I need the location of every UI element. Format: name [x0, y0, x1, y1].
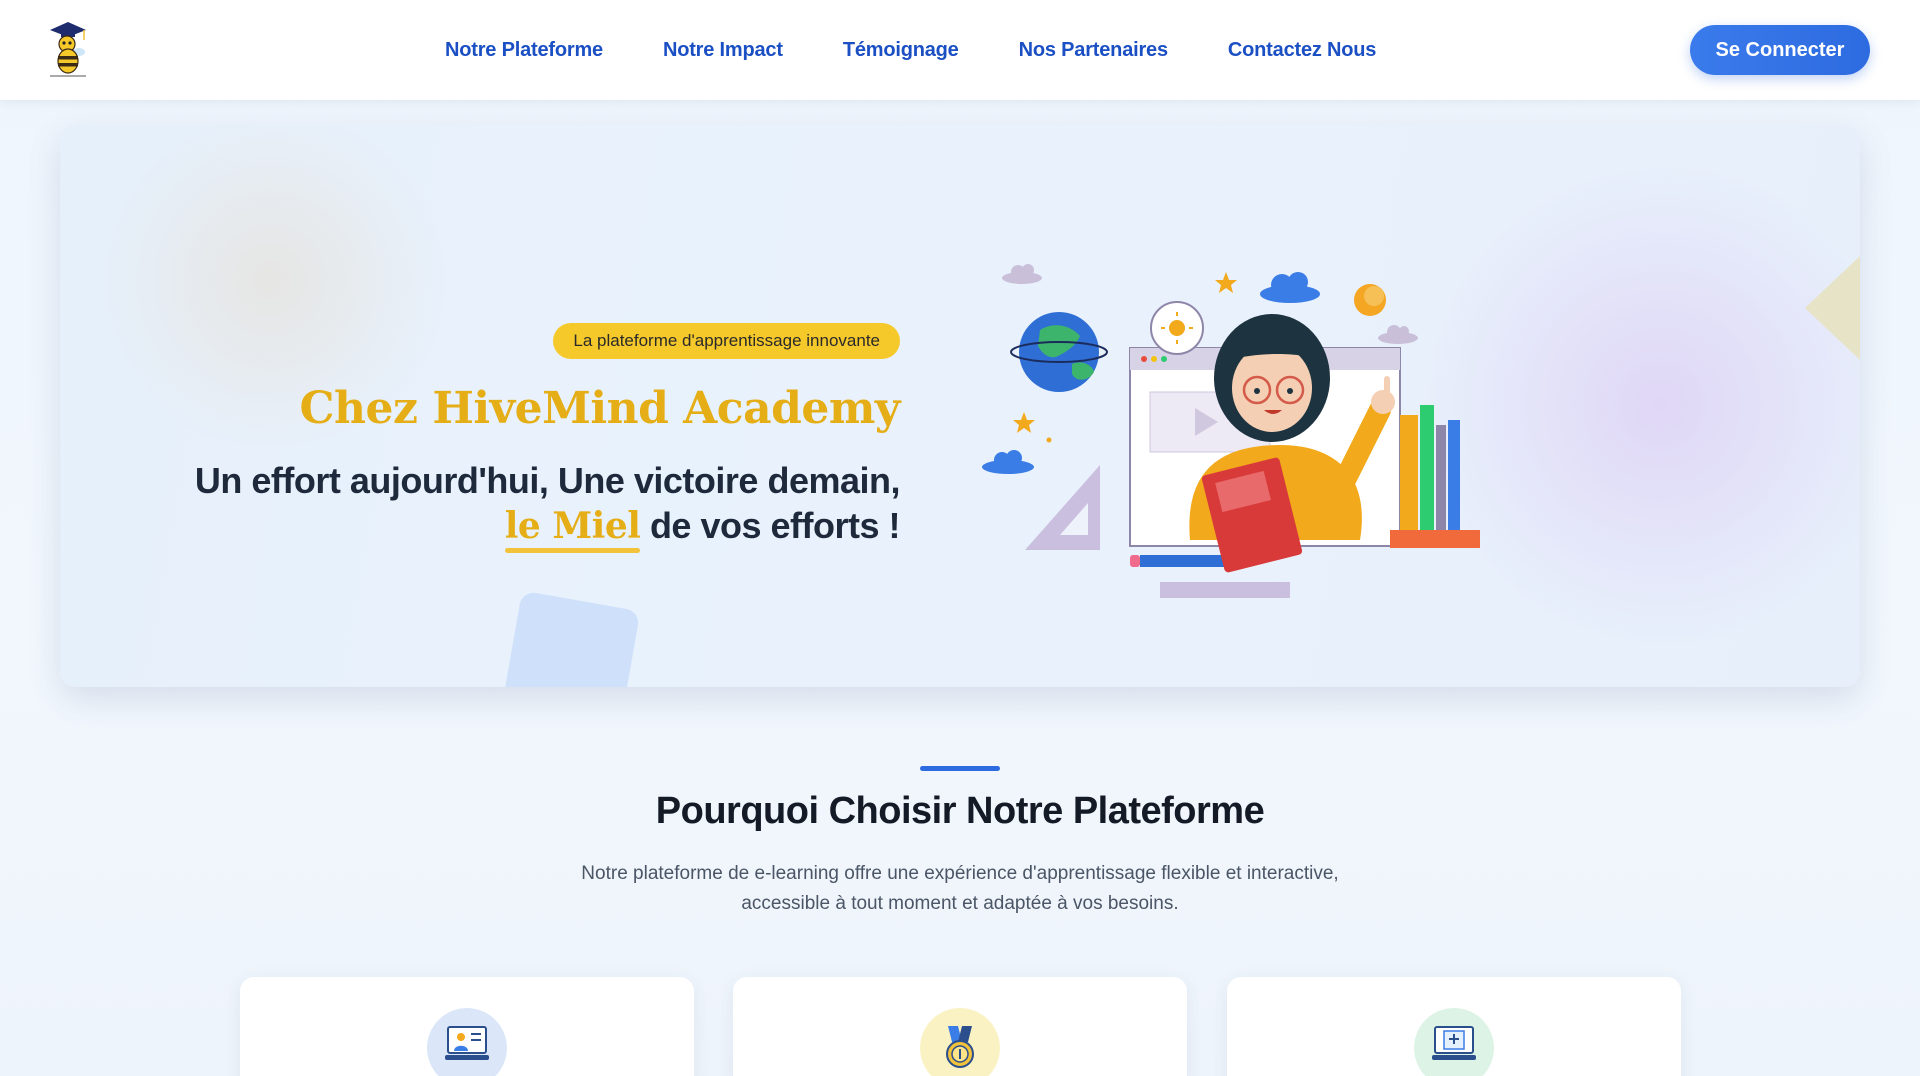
tagline-end: de vos efforts ! [640, 505, 901, 546]
hivemind-logo[interactable] [46, 18, 90, 82]
hero-tagline: Un effort aujourd'hui, Une victoire dema… [80, 458, 901, 553]
star-icon [1215, 272, 1237, 293]
description-line-1: Notre plateforme de e-learning offre une… [581, 863, 1339, 884]
nav-link-notre-impact[interactable]: Notre Impact [663, 39, 783, 62]
online-certificate-icon [1414, 1008, 1494, 1076]
tagline-highlight: le Miel [504, 505, 641, 553]
tagline-line-1: Un effort aujourd'hui, Une victoire dema… [194, 460, 901, 501]
cloud-icon [1260, 272, 1320, 303]
login-button[interactable]: Se Connecter [1690, 25, 1870, 75]
feature-card[interactable] [733, 977, 1187, 1076]
description-line-2: accessible à tout moment et adaptée à vo… [741, 893, 1179, 914]
medal-icon [920, 1008, 1000, 1076]
hero-banner: La plateforme d'apprentissage innovante … [60, 125, 1860, 687]
decorative-square [499, 590, 641, 687]
section-accent-bar [920, 766, 1000, 771]
decorative-triangle [1805, 255, 1860, 361]
nav-link-contactez-nous[interactable]: Contactez Nous [1228, 39, 1377, 62]
cloud-icon [982, 450, 1034, 474]
star-icon [1013, 412, 1035, 433]
feature-card[interactable] [1227, 977, 1681, 1076]
cloud-icon [1002, 264, 1042, 284]
nav-link-nos-partenaires[interactable]: Nos Partenaires [1019, 39, 1168, 62]
student-illustration [980, 260, 1480, 620]
feature-card[interactable] [240, 977, 694, 1076]
nav-link-notre-plateforme[interactable]: Notre Plateforme [445, 39, 603, 62]
section-description: Notre plateforme de e-learning offre une… [0, 859, 1920, 919]
teacher-screen-icon [427, 1008, 507, 1076]
cloud-icon [1378, 325, 1418, 344]
hero-badge: La plateforme d'apprentissage innovante [553, 323, 900, 359]
nav-link-temoignage[interactable]: Témoignage [843, 39, 959, 62]
nav-menu: Notre Plateforme Notre Impact Témoignage… [445, 0, 1376, 100]
section-title: Pourquoi Choisir Notre Plateforme [655, 790, 1265, 832]
navbar: Notre Plateforme Notre Impact Témoignage… [0, 0, 1920, 100]
hero-title: Chez HiveMind Academy [299, 383, 901, 434]
